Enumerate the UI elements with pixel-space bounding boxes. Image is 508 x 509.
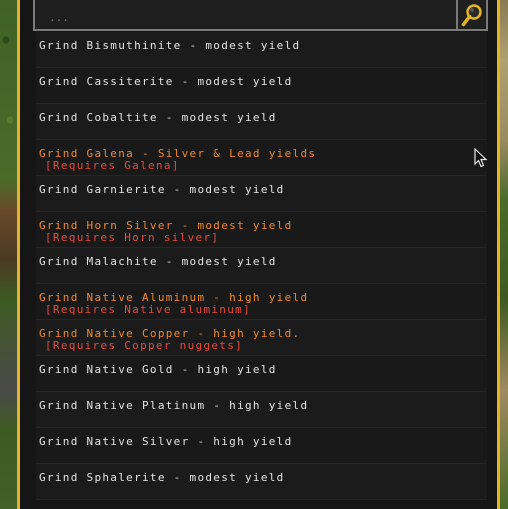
recipe-item-cobaltite[interactable]: Grind Cobaltite - modest yield [36, 104, 487, 140]
recipe-item-malachite[interactable]: Grind Malachite - modest yield [36, 248, 487, 284]
recipe-requirement: [Requires Galena] [45, 159, 180, 172]
search-input[interactable] [35, 0, 458, 29]
search-button[interactable] [456, 0, 486, 29]
recipe-requirement: [Requires Native aluminum] [45, 303, 251, 316]
mouse-pointer-icon [474, 148, 488, 168]
recipe-item-native-aluminum[interactable]: Grind Native Aluminum - high yield [Requ… [36, 284, 487, 320]
recipe-item-native-platinum[interactable]: Grind Native Platinum - high yield [36, 392, 487, 428]
recipe-label: Grind Cobaltite - modest yield [39, 111, 277, 124]
recipe-item-garnierite[interactable]: Grind Garnierite - modest yield [36, 176, 487, 212]
search-bar [33, 0, 488, 31]
recipe-label: Grind Garnierite - modest yield [39, 183, 285, 196]
recipe-label: Grind Sphalerite - modest yield [39, 471, 285, 484]
recipe-item-native-copper[interactable]: Grind Native Copper - high yield. [Requi… [36, 320, 487, 356]
recipe-item-sphalerite[interactable]: Grind Sphalerite - modest yield [36, 464, 487, 500]
recipe-label: Grind Native Gold - high yield [39, 363, 277, 376]
recipe-item-galena[interactable]: Grind Galena - Silver & Lead yields [Req… [36, 140, 487, 176]
recipe-item-native-gold[interactable]: Grind Native Gold - high yield [36, 356, 487, 392]
recipe-list: Grind Bismuthinite - modest yield Grind … [36, 32, 487, 500]
recipe-item-bismuthinite[interactable]: Grind Bismuthinite - modest yield [36, 32, 487, 68]
recipe-item-cassiterite[interactable]: Grind Cassiterite - modest yield [36, 68, 487, 104]
game-world-right-edge [500, 0, 508, 509]
recipe-label: Grind Bismuthinite - modest yield [39, 39, 301, 52]
recipe-label: Grind Cassiterite - modest yield [39, 75, 293, 88]
recipe-item-native-silver[interactable]: Grind Native Silver - high yield [36, 428, 487, 464]
recipe-requirement: [Requires Horn silver] [45, 231, 220, 244]
recipe-label: Grind Malachite - modest yield [39, 255, 277, 268]
recipe-picker-panel: Grind Bismuthinite - modest yield Grind … [17, 0, 500, 509]
recipe-label: Grind Native Platinum - high yield [39, 399, 309, 412]
recipe-requirement: [Requires Copper nuggets] [45, 339, 244, 352]
recipe-item-horn-silver[interactable]: Grind Horn Silver - modest yield [Requir… [36, 212, 487, 248]
game-world-left-edge [0, 0, 17, 509]
recipe-label: Grind Native Silver - high yield [39, 435, 293, 448]
magnifier-icon [461, 3, 482, 26]
